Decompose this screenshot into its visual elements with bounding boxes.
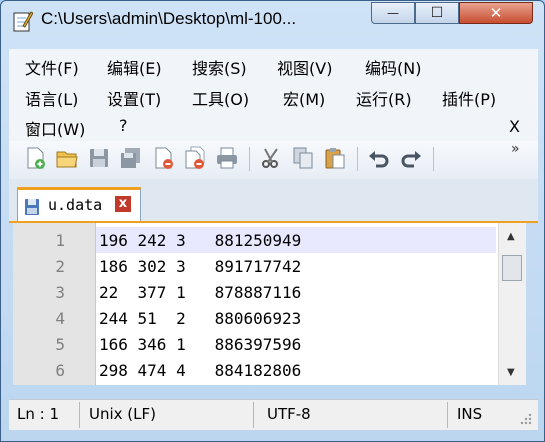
close-file-icon[interactable] — [151, 146, 175, 170]
code-line[interactable]: 298 474 4 884182806 — [99, 361, 301, 380]
menu-plugins[interactable]: 插件(P) — [442, 86, 496, 110]
status-bar: Ln : 1 Unix (LF) UTF-8 INS — [9, 399, 538, 430]
code-line[interactable]: 244 51 2 880606923 — [99, 309, 301, 328]
tab-label: u.data — [48, 196, 103, 214]
menu-language[interactable]: 语言(L) — [25, 86, 78, 110]
line-number: 5 — [55, 335, 65, 354]
code-line[interactable]: 166 346 1 886397596 — [99, 335, 301, 354]
copy-icon[interactable] — [291, 146, 315, 170]
eol-format: Unix (LF) — [89, 405, 156, 423]
text-editor[interactable]: 1 2 3 4 5 6 196 242 3 881250949 186 302 … — [13, 223, 526, 385]
menu-bar: 文件(F) 编辑(E) 搜索(S) 视图(V) 编码(N) 语言(L) 设置(T… — [9, 49, 538, 141]
toolbar: » — [9, 141, 538, 179]
close-document-button[interactable]: X — [509, 117, 520, 136]
minimize-icon: — — [387, 6, 399, 20]
resize-grip-icon[interactable] — [519, 412, 533, 426]
scroll-thumb[interactable] — [502, 255, 522, 281]
menu-tools[interactable]: 工具(O) — [192, 86, 249, 110]
menu-view[interactable]: 视图(V) — [277, 55, 332, 79]
maximize-icon: ☐ — [430, 5, 444, 21]
close-all-icon[interactable] — [183, 146, 207, 170]
title-bar[interactable]: C:\Users\admin\Desktop\ml-100... — ☐ ✕ — [1, 1, 544, 41]
cursor-position: Ln : 1 — [17, 405, 59, 423]
scroll-up-icon[interactable]: ▲ — [507, 231, 515, 242]
saved-file-icon — [25, 199, 39, 215]
save-all-icon[interactable] — [119, 146, 143, 170]
toolbar-separator — [249, 147, 250, 171]
paste-icon[interactable] — [323, 146, 347, 170]
menu-search[interactable]: 搜索(S) — [192, 55, 247, 79]
notepad-app-icon — [13, 11, 33, 32]
menu-window[interactable]: 窗口(W) — [25, 116, 85, 140]
line-number: 6 — [55, 361, 65, 380]
redo-icon[interactable] — [399, 146, 423, 170]
menu-file[interactable]: 文件(F) — [25, 55, 79, 79]
save-icon[interactable] — [87, 146, 111, 170]
line-number-gutter: 1 2 3 4 5 6 — [13, 223, 96, 385]
encoding: UTF-8 — [267, 405, 311, 423]
new-file-icon[interactable] — [23, 146, 47, 170]
app-window: C:\Users\admin\Desktop\ml-100... — ☐ ✕ 文… — [0, 0, 545, 442]
toolbar-separator — [357, 147, 358, 171]
close-button[interactable]: ✕ — [459, 2, 533, 24]
maximize-button[interactable]: ☐ — [415, 2, 459, 24]
status-separator — [253, 402, 254, 428]
tab-strip: u.data x — [9, 179, 538, 223]
window-title: C:\Users\admin\Desktop\ml-100... — [41, 9, 297, 28]
line-number: 2 — [55, 257, 65, 276]
line-number: 1 — [55, 231, 65, 250]
insert-mode: INS — [457, 405, 483, 423]
status-separator — [447, 402, 448, 428]
menu-edit[interactable]: 编辑(E) — [107, 55, 162, 79]
tab-close-icon[interactable]: x — [115, 196, 131, 212]
toolbar-separator — [433, 147, 434, 171]
menu-macro[interactable]: 宏(M) — [283, 86, 325, 110]
code-line[interactable]: 186 302 3 891717742 — [99, 257, 301, 276]
line-number: 4 — [55, 309, 65, 328]
toolbar-overflow-icon[interactable]: » — [511, 141, 520, 157]
menu-settings[interactable]: 设置(T) — [107, 86, 161, 110]
scroll-down-icon[interactable]: ▼ — [507, 367, 515, 378]
menu-encoding[interactable]: 编码(N) — [365, 55, 421, 79]
close-icon: ✕ — [489, 4, 503, 22]
tab-u-data[interactable]: u.data x — [17, 187, 141, 221]
code-line[interactable]: 22 377 1 878887116 — [99, 283, 301, 302]
menu-help[interactable]: ? — [119, 116, 128, 135]
cut-icon[interactable] — [259, 146, 283, 170]
minimize-button[interactable]: — — [371, 2, 415, 24]
undo-icon[interactable] — [367, 146, 391, 170]
print-icon[interactable] — [215, 146, 239, 170]
code-line[interactable]: 196 242 3 881250949 — [99, 231, 301, 250]
open-file-icon[interactable] — [55, 146, 79, 170]
status-separator — [79, 402, 80, 428]
line-number: 3 — [55, 283, 65, 302]
menu-run[interactable]: 运行(R) — [356, 86, 412, 110]
vertical-scrollbar[interactable]: ▲ ▼ — [498, 223, 526, 385]
